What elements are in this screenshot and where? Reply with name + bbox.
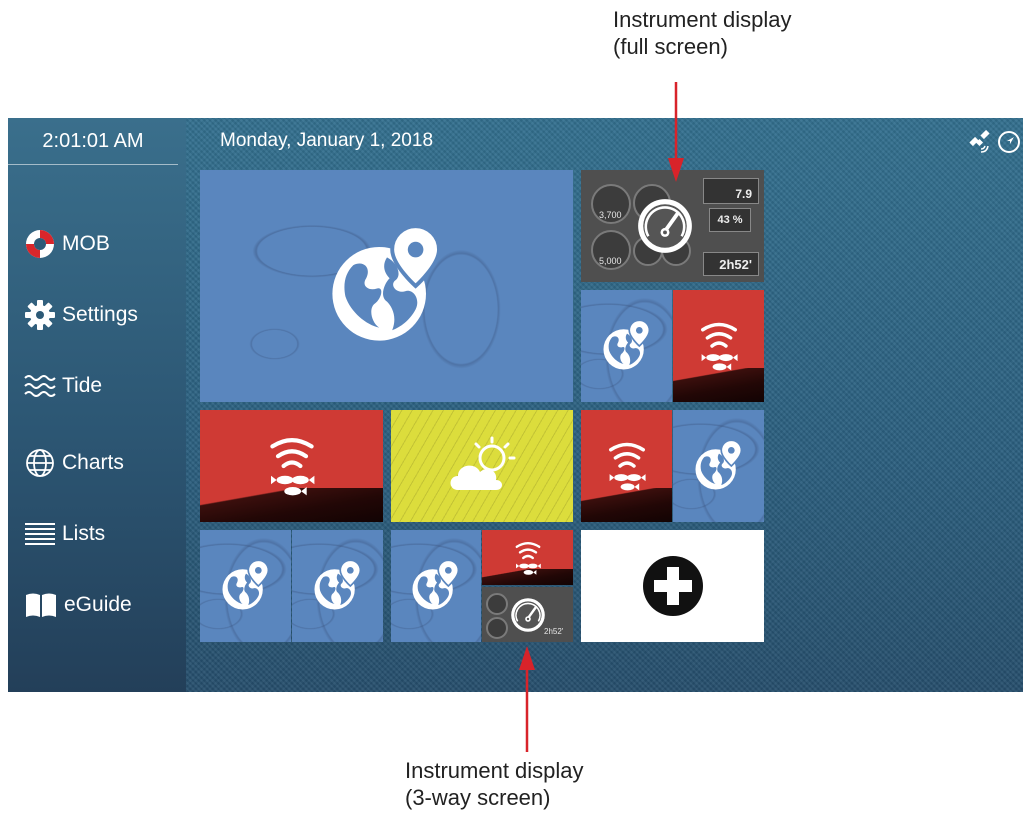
annotation-3way-screen-line2: (3-way screen) bbox=[405, 785, 551, 810]
gauge-readout: 5,000 bbox=[599, 256, 622, 266]
globe-pin-icon bbox=[691, 438, 747, 494]
tile-chart-sonar[interactable] bbox=[581, 290, 764, 402]
satellite-icon bbox=[969, 130, 990, 153]
navigation-icon bbox=[998, 131, 1020, 153]
gauge-readout: 3,700 bbox=[599, 210, 622, 220]
globe-pin-icon bbox=[310, 558, 366, 614]
tile-chart-sonar-instrument[interactable]: 2h52' bbox=[391, 530, 573, 642]
instrument-value-box: 7.9 bbox=[703, 178, 759, 204]
annotation-3way-screen-line1: Instrument display bbox=[405, 758, 584, 783]
clock: 2:01:01 AM bbox=[8, 118, 178, 165]
sidebar-item-label: Lists bbox=[62, 522, 106, 545]
split-pane-sonar bbox=[673, 290, 764, 402]
sidebar-item-settings[interactable]: Settings bbox=[24, 295, 138, 335]
home-screen: 2:01:01 AM MOB Settings Tide Charts List… bbox=[8, 118, 1023, 692]
sidebar-item-tide[interactable]: Tide bbox=[24, 366, 102, 406]
gear-icon bbox=[25, 300, 55, 330]
waves-icon bbox=[24, 375, 56, 397]
tile-add[interactable] bbox=[581, 530, 764, 642]
split-pane-chart bbox=[581, 290, 672, 402]
annotation-full-screen: Instrument display (full screen) bbox=[613, 6, 792, 60]
sidebar-item-lists[interactable]: Lists bbox=[24, 514, 105, 554]
sidebar-item-label: Settings bbox=[62, 303, 138, 326]
add-icon bbox=[642, 556, 703, 616]
gauge-dial bbox=[486, 617, 508, 639]
instrument-value-box: 2h52' bbox=[703, 252, 759, 276]
annotation-3way-screen: Instrument display (3-way screen) bbox=[405, 757, 584, 811]
sidebar-item-charts[interactable]: Charts bbox=[24, 443, 124, 483]
split-pane-chart bbox=[200, 530, 291, 642]
sidebar: 2:01:01 AM MOB Settings Tide Charts List… bbox=[8, 118, 186, 692]
split-pane-chart bbox=[673, 410, 764, 522]
sidebar-item-label: eGuide bbox=[64, 593, 132, 616]
sonar-fish-icon bbox=[690, 317, 748, 375]
weather-icon bbox=[450, 436, 516, 490]
sonar-fish-icon bbox=[257, 431, 327, 501]
sidebar-item-label: Charts bbox=[62, 451, 124, 474]
date-label: Monday, January 1, 2018 bbox=[220, 130, 434, 151]
globe-pin-icon bbox=[408, 558, 464, 614]
sidebar-item-eguide[interactable]: eGuide bbox=[24, 585, 132, 625]
sonar-fish-icon bbox=[598, 437, 656, 495]
tile-instrument-full[interactable]: 3,700 5,000 7.9 43 % 2h52' bbox=[581, 170, 764, 282]
lifebuoy-icon bbox=[26, 230, 54, 258]
tile-chart-large[interactable] bbox=[200, 170, 573, 402]
globe-pin-icon bbox=[218, 558, 274, 614]
instrument-value-box: 43 % bbox=[709, 208, 751, 232]
sidebar-item-label: MOB bbox=[62, 232, 110, 255]
tile-sonar-chart[interactable] bbox=[581, 410, 764, 522]
book-icon bbox=[26, 593, 56, 617]
split-pane-sonar bbox=[482, 530, 573, 585]
gauge-icon bbox=[633, 194, 697, 258]
tile-chart-chart[interactable] bbox=[200, 530, 383, 642]
globe-icon bbox=[26, 449, 54, 477]
tile-weather[interactable] bbox=[391, 410, 573, 522]
list-icon bbox=[25, 523, 55, 545]
gauge-icon bbox=[508, 595, 548, 635]
split-pane-sonar bbox=[581, 410, 672, 522]
status-icons bbox=[967, 130, 1021, 154]
split-pane-instrument: 2h52' bbox=[482, 587, 573, 642]
gauge-dial bbox=[486, 593, 508, 615]
split-pane-chart bbox=[391, 530, 481, 642]
tile-sonar[interactable] bbox=[200, 410, 383, 522]
sidebar-item-label: Tide bbox=[62, 374, 103, 397]
split-pane-chart bbox=[292, 530, 383, 642]
sonar-fish-icon bbox=[508, 538, 548, 578]
annotation-full-screen-line2: (full screen) bbox=[613, 34, 728, 59]
globe-pin-icon bbox=[322, 221, 452, 351]
annotation-full-screen-line1: Instrument display bbox=[613, 7, 792, 32]
sidebar-item-mob[interactable]: MOB bbox=[24, 224, 110, 264]
globe-pin-icon bbox=[599, 318, 655, 374]
